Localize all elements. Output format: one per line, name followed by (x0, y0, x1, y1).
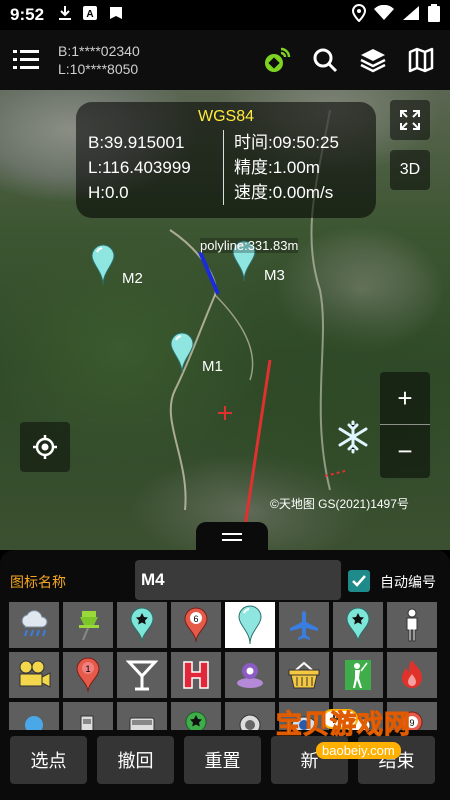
blue-dot-icon[interactable] (9, 702, 59, 730)
fire-icon[interactable] (387, 652, 437, 698)
watermark-logo: 宝贝游戏网 baobeiy.com (275, 700, 446, 780)
coordinate-readout: B:1****02340 L:10****8050 (58, 42, 140, 78)
coord-b: B:1****02340 (58, 43, 140, 59)
teardrop-pin-icon[interactable] (225, 602, 275, 648)
auto-number-label: 自动编号 (380, 574, 436, 590)
marker-label-m1: M1 (202, 358, 223, 375)
numbered-pin-1-icon[interactable]: 1 (63, 652, 113, 698)
my-location-icon[interactable] (20, 422, 70, 472)
height-value: H:0.0 (88, 183, 129, 202)
icon-name-row: 图标名称 自动编号 (0, 558, 450, 602)
app-a-icon: A (82, 5, 98, 26)
star-pin-icon-2[interactable] (333, 602, 383, 648)
status-time: 9:52 (10, 5, 45, 24)
time-value: 时间:09:50:25 (234, 133, 339, 152)
download-icon (58, 5, 72, 26)
polyline-length-label: polyline:331.83m (200, 238, 299, 253)
map-icon[interactable] (404, 43, 438, 77)
golfer-icon[interactable] (333, 652, 383, 698)
signal-icon (402, 5, 420, 26)
select-point-button[interactable]: 选点 (10, 736, 87, 784)
layers-icon[interactable] (356, 43, 390, 77)
datum-label: WGS84 (197, 108, 254, 125)
accuracy-value: 精度:1.00m (234, 158, 320, 177)
marker-label-m3: M3 (264, 267, 285, 284)
zoom-control: + − (380, 372, 430, 478)
star-pin-icon[interactable] (117, 602, 167, 648)
target-icon[interactable] (225, 702, 275, 730)
search-icon[interactable] (308, 43, 342, 77)
auto-number-checkbox[interactable] (348, 570, 370, 592)
svg-text:6: 6 (193, 614, 198, 624)
icon-name-input[interactable] (135, 560, 341, 600)
speed-value: 速度:0.00m/s (234, 183, 334, 202)
menu-icon[interactable] (0, 30, 52, 90)
reset-button[interactable]: 重置 (184, 736, 261, 784)
green-star-pin-icon[interactable] (171, 702, 221, 730)
top-toolbar: B:1****02340 L:10****8050 (0, 30, 450, 90)
3d-button[interactable]: 3D (390, 150, 430, 190)
battery-icon (428, 3, 440, 27)
gps-info-panel: WGS84 B:39.915001 L:116.403999 H:0.0 时间:… (76, 102, 376, 218)
icon-name-label: 图标名称 (10, 574, 66, 590)
bus-icon[interactable] (117, 702, 167, 730)
coord-l: L:10****8050 (58, 61, 139, 77)
hospital-h-icon[interactable] (171, 652, 221, 698)
rain-cloud-icon[interactable] (9, 602, 59, 648)
basket-icon[interactable] (279, 652, 329, 698)
zoom-out-button[interactable]: − (380, 425, 430, 478)
snowflake-icon (336, 420, 370, 459)
undo-button[interactable]: 撤回 (97, 736, 174, 784)
film-camera-icon[interactable] (9, 652, 59, 698)
polyline-segment (198, 251, 220, 295)
person-icon[interactable] (387, 602, 437, 648)
map-point-icon[interactable] (225, 652, 275, 698)
svg-text:1: 1 (85, 664, 90, 674)
latitude-value: B:39.915001 (88, 133, 185, 152)
status-bar: 9:52 A (0, 0, 450, 30)
watermark-title: 宝贝游戏网 (275, 709, 412, 740)
panel-drag-handle[interactable] (196, 522, 268, 552)
watermark-url: baobeiy.com (316, 742, 401, 759)
app-notification-icon (108, 5, 124, 26)
cocktail-icon[interactable] (117, 652, 167, 698)
zoom-in-button[interactable]: + (380, 372, 430, 425)
map-view[interactable]: WGS84 B:39.915001 L:116.403999 H:0.0 时间:… (0, 90, 450, 550)
location-icon (351, 3, 367, 27)
marker-pin-m2[interactable] (91, 244, 115, 291)
numbered-pin-6-icon[interactable]: 6 (171, 602, 221, 648)
gas-pump-icon[interactable] (63, 702, 113, 730)
longitude-value: L:116.403999 (88, 158, 191, 177)
gps-satellite-icon[interactable] (260, 43, 294, 77)
pushpin-icon[interactable] (63, 602, 113, 648)
map-copyright: ©天地图 GS(2021)1497号 (270, 497, 409, 511)
marker-pin-m1[interactable] (170, 332, 194, 379)
airplane-icon[interactable] (279, 602, 329, 648)
marker-label-m2: M2 (122, 270, 143, 287)
fullscreen-icon[interactable] (390, 100, 430, 140)
svg-text:A: A (86, 9, 93, 20)
wifi-icon (374, 4, 394, 26)
